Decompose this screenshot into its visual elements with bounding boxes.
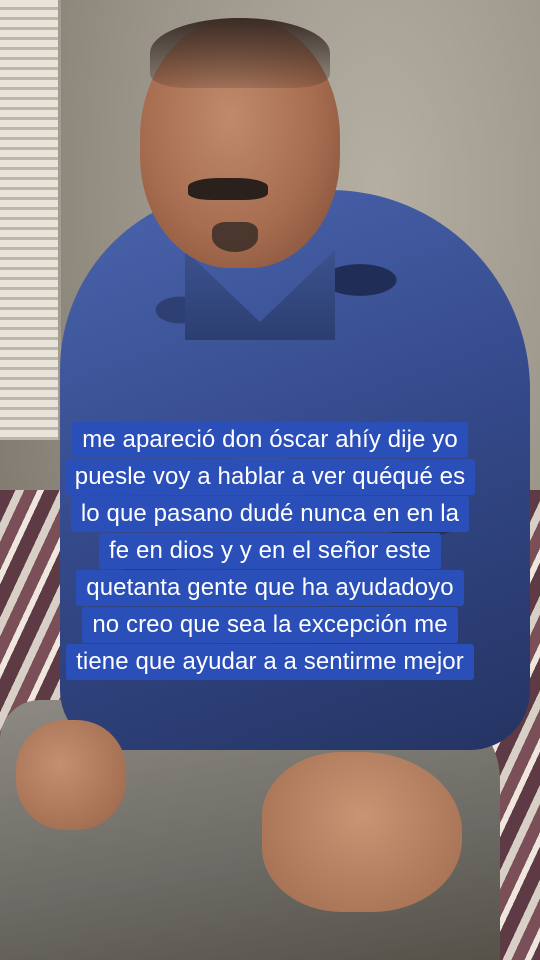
mustache <box>188 178 268 200</box>
left-hand <box>16 720 126 830</box>
caption-line: tiene que ayudar a a sentirme mejor <box>66 644 474 680</box>
goatee <box>212 222 258 252</box>
caption-line: no creo que sea la excepción me <box>82 607 458 643</box>
caption-line: me apareció don óscar ahíy dije yo <box>72 422 468 458</box>
caption-line: puesle voy a hablar a ver quéqué es <box>64 459 476 495</box>
caption-line: lo que pasano dudé nunca en en la <box>70 496 470 532</box>
caption-line: quetanta gente que ha ayudadoyo <box>76 570 464 606</box>
window-blinds <box>0 0 61 440</box>
caption-line: fe en dios y y en el señor este <box>99 533 441 569</box>
right-hand <box>262 752 462 912</box>
subtitle-block: me apareció don óscar ahíy dije yo puesl… <box>0 422 540 680</box>
hair <box>150 18 330 88</box>
